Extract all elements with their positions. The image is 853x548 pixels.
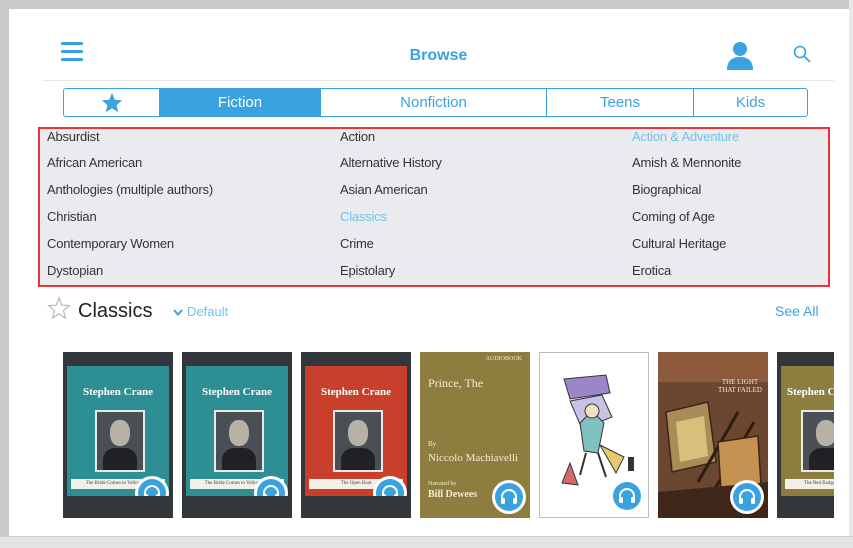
genre-cultural-heritage[interactable]: Cultural Heritage [632, 236, 726, 251]
book-cover[interactable]: Stephen Crane The Bride Comes to Yellow … [182, 352, 292, 518]
author-portrait [95, 410, 145, 472]
book-narrated-label: Narrated by [428, 481, 457, 487]
tab-teens[interactable]: Teens [547, 89, 694, 116]
book-cover[interactable] [539, 352, 649, 518]
headphones-icon [730, 480, 764, 514]
genre-erotica[interactable]: Erotica [632, 263, 671, 278]
genre-action-adventure[interactable]: Action & Adventure [632, 129, 739, 144]
header-bar: Browse [43, 28, 834, 81]
headphones-icon [135, 476, 169, 496]
user-icon[interactable] [725, 40, 755, 70]
book-by-label: By [428, 440, 437, 448]
star-outline-icon[interactable] [47, 296, 71, 320]
genre-coming-of-age[interactable]: Coming of Age [632, 209, 715, 224]
window-frame-left [0, 0, 9, 548]
genre-dystopian[interactable]: Dystopian [47, 263, 103, 278]
book-title: The Red Badge [785, 479, 834, 489]
window-frame-right [849, 0, 853, 548]
genre-anthologies[interactable]: Anthologies (multiple authors) [47, 182, 213, 197]
book-author: Stephen Crane [202, 386, 272, 398]
tab-fiction[interactable]: Fiction [160, 89, 321, 116]
book-cover[interactable]: THE LIGHT THAT FAILED [658, 352, 768, 518]
book-publisher: AUDIOBOOK [485, 356, 522, 362]
genre-list: Absurdist Action Action & Adventure Afri… [38, 127, 830, 287]
book-title: Prince, The [428, 376, 484, 390]
genre-classics[interactable]: Classics [340, 209, 387, 224]
genre-contemporary-women[interactable]: Contemporary Women [47, 236, 174, 251]
book-author: Stephen Crane [321, 386, 391, 398]
book-author: Stephen Crane [787, 386, 834, 398]
star-icon [101, 92, 122, 113]
genre-action[interactable]: Action [340, 129, 375, 144]
headphones-icon [373, 476, 407, 496]
headphones-icon [610, 479, 644, 513]
genre-crime[interactable]: Crime [340, 236, 374, 251]
book-cover[interactable]: Stephen Crane The Bride Comes to Yellow … [63, 352, 173, 518]
window-frame-top [0, 0, 853, 9]
author-portrait [214, 410, 264, 472]
genre-absurdist[interactable]: Absurdist [47, 129, 100, 144]
genre-christian[interactable]: Christian [47, 209, 97, 224]
section-title: Classics [78, 300, 153, 322]
sort-dropdown[interactable]: Default [187, 304, 228, 319]
window-frame-bottom [0, 536, 853, 548]
book-author: Stephen Crane [83, 386, 153, 398]
tab-favorites[interactable] [64, 89, 160, 116]
page-title: Browse [409, 47, 468, 64]
chevron-down-icon[interactable] [173, 309, 183, 316]
book-cover[interactable]: AUDIOBOOK Prince, The By Niccolo Machiav… [420, 352, 530, 518]
book-title: THE LIGHT THAT FAILED [718, 378, 762, 394]
book-author: Niccolo Machiavelli [428, 452, 519, 464]
browse-screen: Browse Fiction Nonfiction Teens Kids Abs… [38, 28, 834, 524]
genre-biographical[interactable]: Biographical [632, 182, 701, 197]
genre-african-american[interactable]: African American [47, 155, 142, 170]
headphones-icon [492, 480, 526, 514]
book-cover[interactable]: Stephen Crane The Open Boat [301, 352, 411, 518]
genre-alternative-history[interactable]: Alternative History [340, 155, 442, 170]
tab-nonfiction[interactable]: Nonfiction [321, 89, 547, 116]
search-icon[interactable] [793, 45, 811, 63]
genre-epistolary[interactable]: Epistolary [340, 263, 395, 278]
book-narrator: Bill Dewees [428, 489, 478, 500]
book-cover[interactable]: Stephen Crane The Red Badge [777, 352, 834, 518]
author-portrait [801, 410, 834, 472]
author-portrait [333, 410, 383, 472]
see-all-link[interactable]: See All [775, 303, 819, 319]
genre-amish-mennonite[interactable]: Amish & Mennonite [632, 155, 742, 170]
tab-kids[interactable]: Kids [694, 89, 807, 116]
genre-asian-american[interactable]: Asian American [340, 182, 428, 197]
headphones-icon [254, 476, 288, 496]
category-tabs: Fiction Nonfiction Teens Kids [63, 88, 808, 117]
